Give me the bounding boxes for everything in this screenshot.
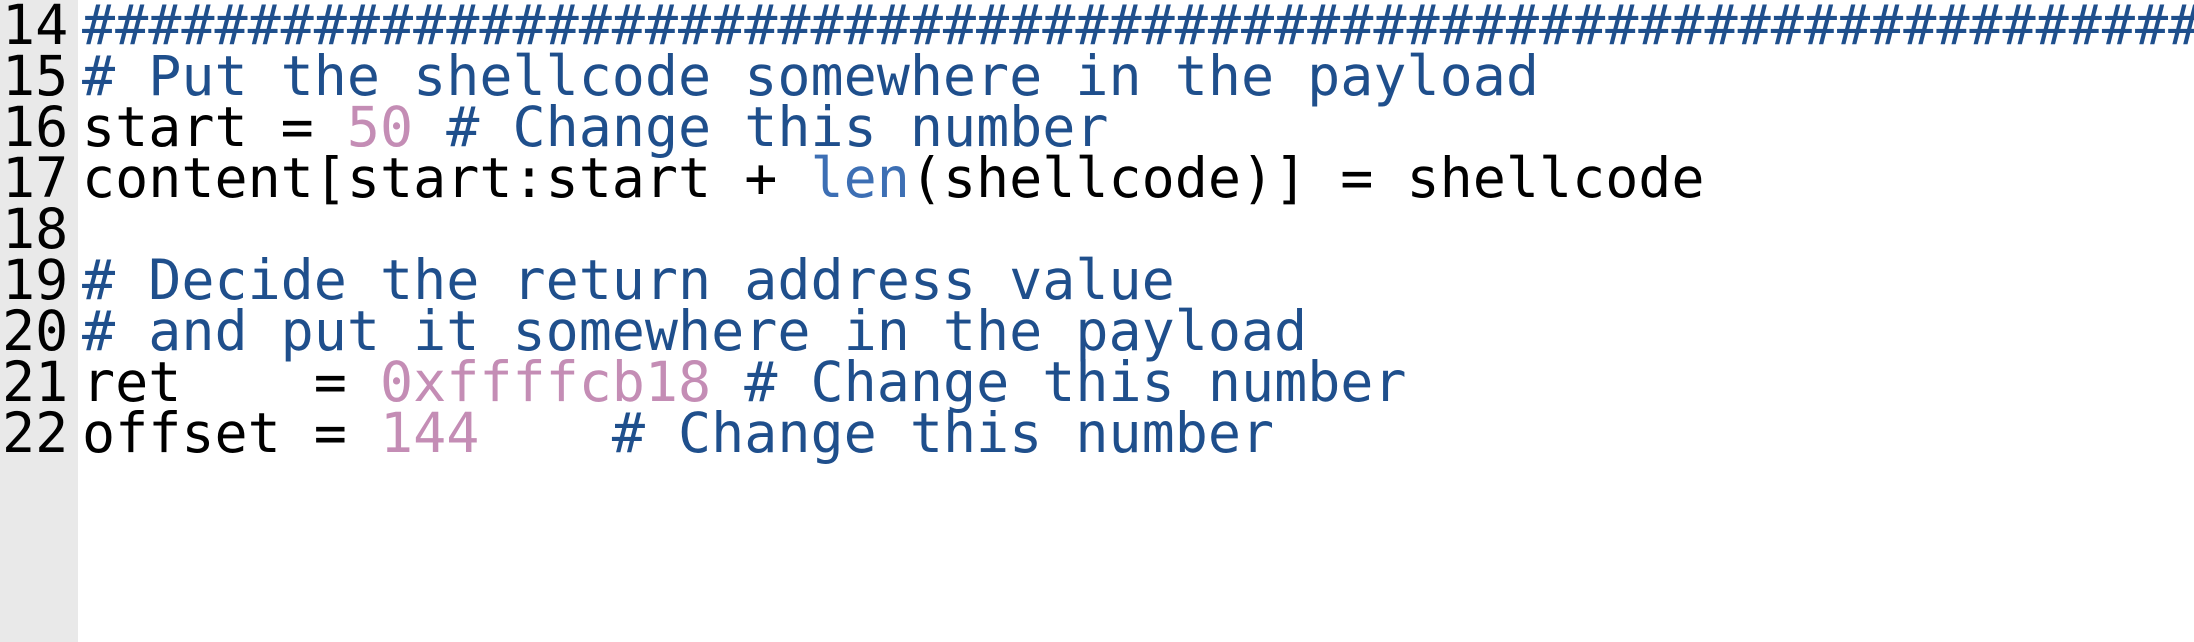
line-source[interactable]: offset = 144 # Change this number: [73, 398, 1274, 469]
code-area[interactable]: 14 ######################################…: [0, 0, 2194, 642]
code-line[interactable]: 22 offset = 144 # Change this number: [0, 398, 2194, 469]
code-token-plain: offset =: [82, 401, 381, 465]
code-token-comment: # Change this number: [611, 401, 1275, 465]
line-number: 22: [2, 401, 69, 465]
code-token-number: 144: [380, 401, 480, 465]
code-editor[interactable]: 14 ######################################…: [0, 0, 2194, 642]
